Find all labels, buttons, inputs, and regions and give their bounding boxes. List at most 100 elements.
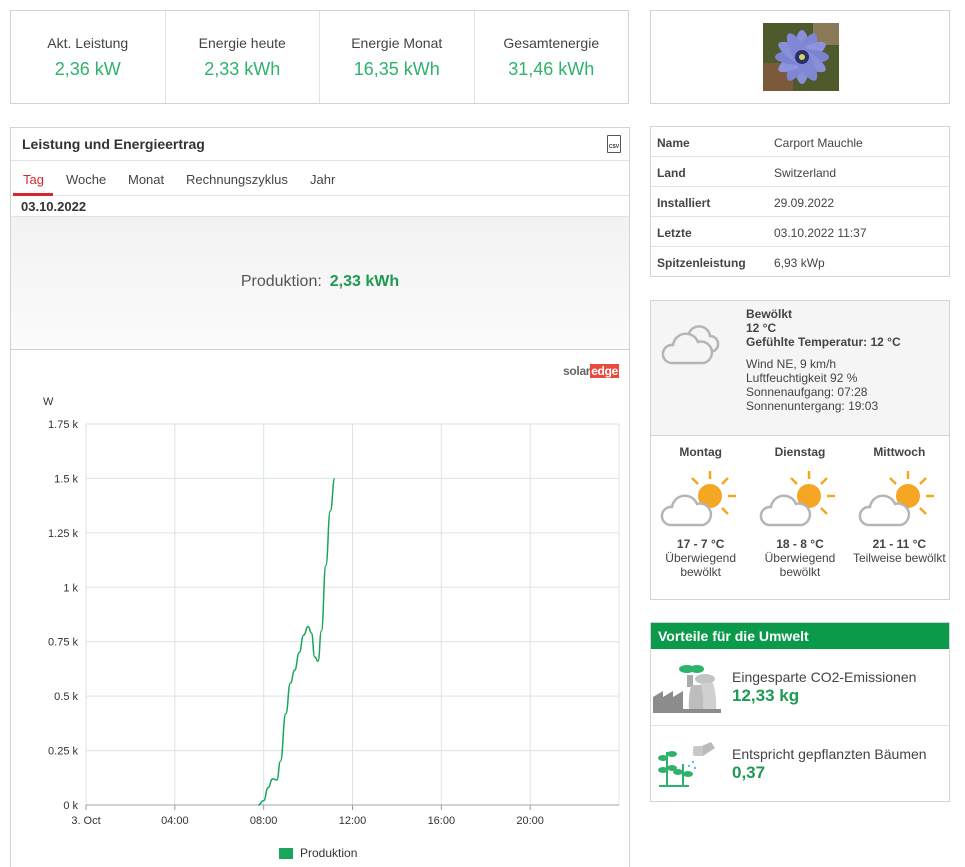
- kpi-total-energy: Gesamtenergie 31,46 kWh: [475, 11, 629, 103]
- partly-cloudy-icon: [660, 471, 736, 527]
- co2-row: Eingesparte CO2-Emissionen 12,33 kg: [651, 649, 949, 726]
- weather-forecast: Montag 17 - 7 °C Überwiegend bewölkt Die…: [651, 436, 949, 600]
- csv-export-icon[interactable]: CSV: [607, 135, 621, 153]
- y-tick-label: 0.75 k: [48, 637, 78, 649]
- selected-date: 03.10.2022: [11, 196, 629, 217]
- forecast-day-wednesday: Mittwoch 21 - 11 °C Teilweise bewölkt: [850, 436, 949, 600]
- info-value: Carport Mauchle: [774, 136, 863, 150]
- kpi-label: Energie heute: [198, 35, 286, 51]
- site-image-panel: [650, 10, 950, 104]
- y-tick-label: 1 k: [63, 582, 78, 594]
- partly-cloudy-icon: [759, 471, 835, 527]
- production-value: 2,33 kWh: [329, 273, 400, 290]
- trees-label: Entspricht gepflanzten Bäumen: [732, 746, 927, 762]
- production-label: Produktion:: [240, 273, 322, 290]
- kpi-label: Energie Monat: [351, 35, 443, 51]
- y-axis-label: W: [43, 396, 54, 408]
- forecast-desc-2: bewölkt: [680, 565, 721, 579]
- x-tick-label: 20:00: [516, 815, 544, 827]
- tab-month[interactable]: Monat: [128, 172, 164, 187]
- weather-sunset: Sonnenuntergang: 19:03: [746, 399, 879, 413]
- weather-feels-like: Gefühlte Temperatur: 12 °C: [746, 335, 901, 349]
- x-tick-label: 08:00: [250, 815, 278, 827]
- power-line-chart[interactable]: W 0 k 0.25 k 0.5 k 0.75 k 1 k 1.25 k 1.5 k 1.75 …: [11, 350, 629, 840]
- weather-humidity: Luftfeuchtigkeit 92 %: [746, 371, 858, 385]
- co2-label: Eingesparte CO2-Emissionen: [732, 669, 917, 685]
- info-row-name: Name Carport Mauchle: [651, 127, 949, 157]
- info-key: Installiert: [657, 196, 711, 210]
- production-summary: Produktion: 2,33 kWh: [11, 217, 629, 350]
- y-tick-label: 1.75 k: [48, 419, 78, 431]
- info-row-country: Land Switzerland: [651, 157, 949, 187]
- tab-billing-cycle[interactable]: Rechnungszyklus: [186, 172, 288, 187]
- forecast-day-name: Mittwoch: [873, 445, 926, 459]
- forecast-temp: 17 - 7 °C: [676, 537, 725, 551]
- info-key: Name: [657, 136, 690, 150]
- site-info-table: Name Carport Mauchle Land Switzerland In…: [650, 126, 950, 277]
- chart-area: solaredge W0 k 0.25 k 0.5 k 0.75 k1 k 1.25 k…: [11, 350, 629, 867]
- kpi-value: 16,35 kWh: [353, 59, 440, 79]
- flower-photo-icon[interactable]: [763, 23, 839, 91]
- info-row-last: Letzte 03.10.2022 11:37: [651, 217, 949, 247]
- x-tick-label: 12:00: [339, 815, 367, 827]
- kpi-value: 31,46 kWh: [508, 59, 595, 79]
- info-row-peak-power: Spitzenleistung 6,93 kWp: [651, 247, 949, 277]
- panel-header: Leistung und Energieertrag CSV: [11, 128, 629, 161]
- info-value: Switzerland: [774, 166, 837, 180]
- weather-sunrise: Sonnenaufgang: 07:28: [746, 385, 868, 399]
- environment-title: Vorteile für die Umwelt: [651, 623, 949, 649]
- forecast-desc: Teilweise bewölkt: [852, 551, 946, 565]
- x-tick-label: 04:00: [161, 815, 189, 827]
- partly-cloudy-icon: [859, 471, 935, 527]
- weather-panel: Bewölkt 12 °C Gefühlte Temperatur: 12 °C…: [650, 300, 950, 600]
- y-tick-label: 1.25 k: [48, 528, 78, 540]
- co2-value: 12,33 kg: [732, 686, 800, 705]
- kpi-label: Akt. Leistung: [47, 35, 129, 51]
- info-value: 03.10.2022 11:37: [774, 226, 867, 240]
- environment-panel: Vorteile für die Umwelt Eingesparte CO2-…: [650, 622, 950, 802]
- legend-label: Produktion: [300, 846, 358, 860]
- info-key: Spitzenleistung: [657, 256, 746, 270]
- current-weather: Bewölkt 12 °C Gefühlte Temperatur: 12 °C…: [651, 301, 949, 436]
- watering-plant-icon: [658, 742, 715, 787]
- legend-swatch: [279, 847, 293, 859]
- info-value: 6,93 kWp: [774, 256, 825, 270]
- trees-value: 0,37: [732, 763, 766, 782]
- forecast-desc: Überwiegend: [665, 551, 737, 565]
- panel-title: Leistung und Energieertrag: [22, 136, 205, 152]
- y-tick-label: 0.5 k: [54, 691, 78, 703]
- weather-condition: Bewölkt: [746, 307, 793, 321]
- info-value: 29.09.2022: [774, 196, 835, 210]
- y-tick-label: 0 k: [63, 800, 78, 812]
- kpi-energy-month: Energie Monat 16,35 kWh: [320, 11, 475, 103]
- kpi-current-power: Akt. Leistung 2,36 kW: [11, 11, 166, 103]
- forecast-temp: 21 - 11 °C: [872, 537, 927, 551]
- forecast-day-name: Montag: [679, 445, 722, 459]
- y-tick-label: 1.5 k: [54, 473, 78, 485]
- tab-day[interactable]: Tag: [23, 172, 44, 187]
- forecast-day-tuesday: Dienstag 18 - 8 °C Überwiegend bewölkt: [750, 436, 849, 600]
- weather-temp: 12 °C: [746, 321, 777, 335]
- forecast-day-name: Dienstag: [774, 445, 826, 459]
- factory-icon: [653, 665, 721, 713]
- weather-wind: Wind NE, 9 km/h: [746, 357, 837, 371]
- forecast-temp: 18 - 8 °C: [776, 537, 824, 551]
- chart-legend[interactable]: Produktion: [279, 846, 357, 860]
- tab-week[interactable]: Woche: [66, 172, 106, 187]
- info-row-installed: Installiert 29.09.2022: [651, 187, 949, 217]
- power-energy-panel: Leistung und Energieertrag CSV Tag Woche…: [10, 127, 630, 867]
- tab-year[interactable]: Jahr: [310, 172, 335, 187]
- info-key: Land: [657, 166, 686, 180]
- period-tabs: Tag Woche Monat Rechnungszyklus Jahr: [11, 161, 629, 196]
- y-tick-label: 0.25 k: [48, 746, 78, 758]
- info-key: Letzte: [657, 226, 692, 240]
- cloud-icon: [661, 325, 720, 365]
- kpi-value: 2,33 kWh: [204, 59, 281, 79]
- kpi-label: Gesamtenergie: [503, 35, 600, 51]
- trees-row: Entspricht gepflanzten Bäumen 0,37: [651, 726, 949, 803]
- weather-details: Bewölkt 12 °C Gefühlte Temperatur: 12 °C…: [746, 307, 901, 413]
- kpi-energy-today: Energie heute 2,33 kWh: [166, 11, 320, 103]
- forecast-desc-2: bewölkt: [779, 565, 821, 579]
- forecast-day-monday: Montag 17 - 7 °C Überwiegend bewölkt: [651, 436, 750, 600]
- kpi-value: 2,36 kW: [54, 59, 121, 79]
